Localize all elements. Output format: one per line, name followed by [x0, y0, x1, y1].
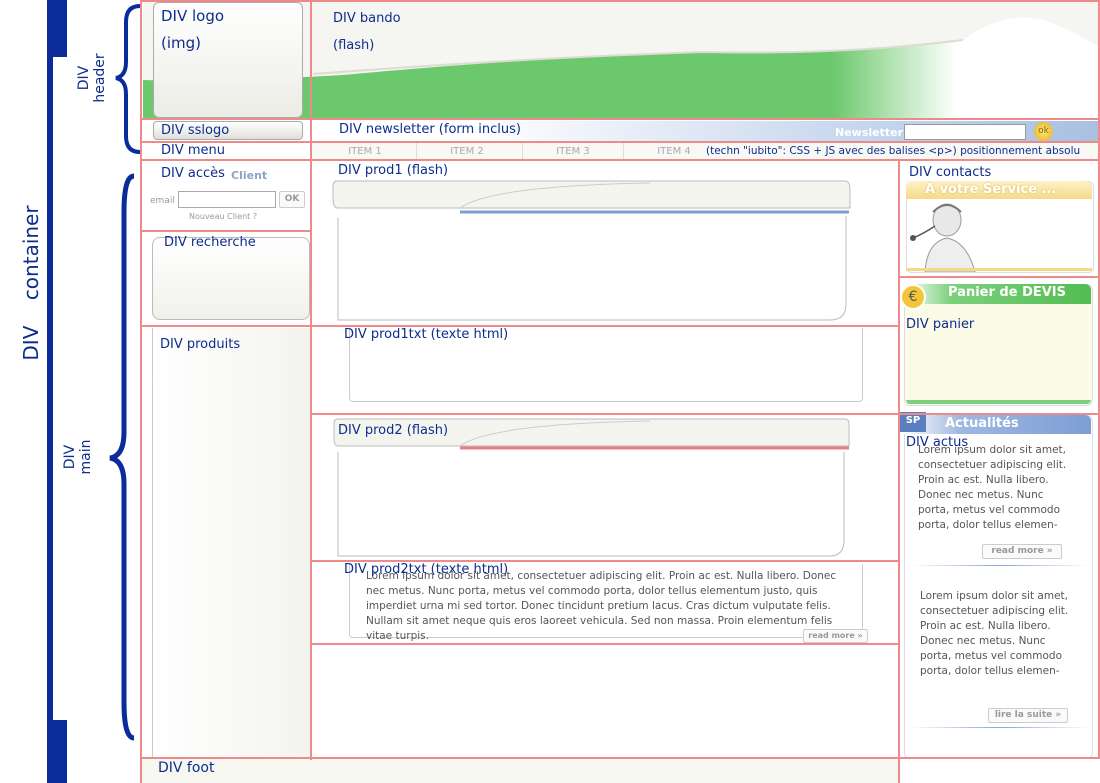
acces-label: DIV accès [161, 166, 225, 181]
menu-item-3[interactable]: ITEM 3 [522, 143, 623, 160]
sslogo-label: DIV sslogo [161, 123, 230, 138]
logo-img-label: (img) [161, 34, 202, 52]
panier-label: DIV panier [906, 317, 975, 332]
frame-prod2-bottom [311, 560, 899, 562]
prod1-label: DIV prod1 (flash) [338, 163, 449, 178]
frame-header-bottom [141, 118, 1100, 120]
newsletter-div-label: DIV newsletter (form inclus) [339, 122, 521, 137]
panier-bottom-stripe [906, 400, 1091, 404]
actus-banner-text: Actualités [945, 416, 1019, 431]
frame-leftcol-right [310, 160, 312, 760]
menu-item-1[interactable]: ITEM 1 [315, 143, 415, 160]
sp-badge-icon: SP [900, 412, 926, 432]
prod2txt-lorem: Lorem ipsum dolor sit amet, consectetuer… [366, 570, 837, 642]
main-brace [109, 173, 135, 741]
actus-lire-button[interactable]: lire la suite » [988, 708, 1068, 723]
contacts-banner-text: A votre Service ... [925, 182, 1057, 197]
contacts-bottom-stripe [906, 268, 1092, 271]
frame-prod2txt-bottom [311, 643, 899, 645]
foot-box [142, 759, 898, 783]
frame-top [141, 0, 1100, 2]
actus-lorem-1: Lorem ipsum dolor sit amet, consectetuer… [918, 444, 1067, 531]
actus-label: DIV actus [906, 435, 969, 450]
acces-email-label: email [150, 196, 175, 206]
bando-label: DIV bando [333, 11, 401, 26]
prod2-label: DIV prod2 (flash) [338, 423, 449, 438]
prod1txt-label: DIV prod1txt (texte html) [344, 327, 509, 342]
acces-client: Client [231, 169, 268, 182]
container-label: DIV container [19, 205, 43, 361]
frame-center-right [898, 160, 900, 783]
logo-label: DIV logo [161, 7, 225, 25]
acces-ok-button[interactable]: OK [279, 191, 305, 208]
newsletter-ok-button[interactable]: ok [1034, 122, 1053, 141]
actus-readmore-button[interactable]: read more » [982, 544, 1062, 559]
frame-prod1txt-bottom [311, 413, 1100, 415]
actus-lorem-2: Lorem ipsum dolor sit amet, consectetuer… [920, 590, 1069, 677]
foot-label: DIV foot [158, 760, 215, 776]
menu-note: (techn "iubito": CSS + JS avec des balis… [706, 145, 1081, 157]
frame-contacts-bottom [899, 276, 1100, 278]
main-label: DIV main [62, 439, 94, 475]
panier-banner-text: Panier de DEVIS [948, 285, 1066, 300]
actus-separator-2 [910, 727, 1090, 728]
frame-acces-bottom [141, 230, 311, 232]
prod2txt-label: DIV prod2txt (texte html) [344, 562, 509, 577]
actus-separator-1 [910, 565, 1090, 566]
operator-photo [910, 203, 976, 272]
newsletter-label: Newsletter [835, 126, 904, 139]
frame-menu-bottom [141, 159, 1100, 161]
frame-newsletter-bottom [141, 141, 1100, 143]
frame-recherche-bottom [141, 325, 899, 327]
prod2txt-readmore-button[interactable]: read more » [803, 629, 868, 643]
menu-label: DIV menu [161, 143, 226, 158]
frame-foot-top [141, 757, 1100, 759]
bando-flash-label: (flash) [333, 38, 375, 53]
header-brace [115, 4, 141, 154]
acces-email-input[interactable] [178, 191, 276, 208]
container-bar-cut-top [53, 57, 67, 720]
acces-nouveau-link[interactable]: Nouveau Client ? [189, 212, 257, 221]
prod1-flash-shape [332, 180, 851, 321]
recherche-label: DIV recherche [164, 235, 256, 250]
newsletter-input[interactable] [904, 124, 1026, 140]
produits-label: DIV produits [160, 337, 241, 352]
frame-logo-right [310, 0, 312, 160]
contacts-label: DIV contacts [909, 165, 992, 180]
header-label: DIV header [76, 53, 108, 103]
produits-box [152, 328, 310, 758]
euro-icon: € [900, 284, 926, 310]
menu-item-2[interactable]: ITEM 2 [416, 143, 517, 160]
